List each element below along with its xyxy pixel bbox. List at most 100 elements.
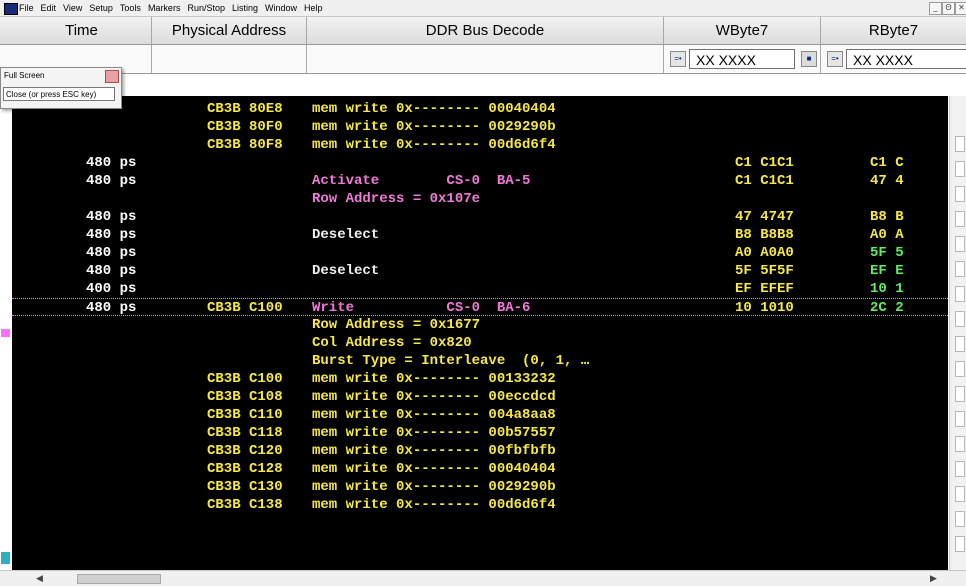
side-panel-box[interactable] <box>955 311 965 327</box>
menu-listing[interactable]: Listing <box>232 3 258 13</box>
close-window-icon[interactable]: ✕ <box>955 2 966 15</box>
column-header-row: Time Physical Address DDR Bus Decode WBy… <box>0 17 966 45</box>
menu-tools[interactable]: Tools <box>120 3 141 13</box>
rbyte-value-field[interactable]: XX XXXX <box>846 49 966 69</box>
address-filter-cell <box>152 45 307 73</box>
decode-cell: mem write 0x-------- 00133232 <box>312 371 556 387</box>
listing-row[interactable]: 480 ps 47 4747 B8 B <box>12 208 948 226</box>
horizontal-scrollbar[interactable]: ◀ ▶ <box>0 570 966 586</box>
listing-row[interactable]: 480 ps A0 A0A0 5F 5 <box>12 244 948 262</box>
side-panel-box[interactable] <box>955 436 965 452</box>
column-header-physical-address[interactable]: Physical Address <box>152 17 307 44</box>
side-panel-box[interactable] <box>955 536 965 552</box>
column-header-time[interactable]: Time <box>12 17 152 44</box>
column-header-rbyte7[interactable]: RByte7 <box>821 17 966 44</box>
side-panel-box[interactable] <box>955 386 965 402</box>
listing-row[interactable]: 480 ps C1 C1C1 C1 C <box>12 154 948 172</box>
wbyte-dropdown-icon[interactable]: ■ <box>801 51 817 67</box>
side-panel-box[interactable] <box>955 461 965 477</box>
restore-icon[interactable]: Θ <box>942 2 955 15</box>
time-cell: 480 ps <box>86 263 137 279</box>
wbyte-value-field[interactable]: XX XXXX <box>689 49 795 69</box>
popup-close-icon[interactable] <box>105 70 119 83</box>
address-cell: CB3B C130 <box>207 479 283 495</box>
side-panel-box[interactable] <box>955 186 965 202</box>
listing-row[interactable]: CB3B C118 mem write 0x-------- 00b57557 <box>12 424 948 442</box>
listing-row[interactable]: CB3B 80F8 mem write 0x-------- 00d6d6f4 <box>12 136 948 154</box>
menu-markers[interactable]: Markers <box>148 3 181 13</box>
side-panel-box[interactable] <box>955 136 965 152</box>
side-panel-box[interactable] <box>955 211 965 227</box>
time-cell: 480 ps <box>86 155 137 171</box>
listing-row[interactable]: 480 ps Deselect 5F 5F5F EF E <box>12 262 948 280</box>
column-header-ddr-bus-decode[interactable]: DDR Bus Decode <box>307 17 664 44</box>
listing-row[interactable]: CB3B 80F0 mem write 0x-------- 0029290b <box>12 118 948 136</box>
decode-cell: mem write 0x-------- 00040404 <box>312 101 556 117</box>
selected-listing-row[interactable]: 480 ps CB3B C100 Write CS-0 BA-6 10 1010 2C … <box>12 298 948 316</box>
listing-row[interactable]: Row Address = 0x1677 <box>12 316 948 334</box>
wbyte-cell: C1 C1C1 <box>735 173 794 189</box>
menu-file[interactable]: File <box>19 3 34 13</box>
rbyte-cell: 10 1 <box>870 281 904 297</box>
menu-run-stop[interactable]: Run/Stop <box>187 3 225 13</box>
listing-row[interactable]: 480 ps Deselect B8 B8B8 A0 A <box>12 226 948 244</box>
menu-view[interactable]: View <box>63 3 82 13</box>
listing-row[interactable]: CB3B 80E8 mem write 0x-------- 00040404 <box>12 100 948 118</box>
wbyte-cell: 10 1010 <box>735 300 794 316</box>
decode-cell: mem write 0x-------- 00040404 <box>312 461 556 477</box>
listing-row[interactable]: CB3B C108 mem write 0x-------- 00eccdcd <box>12 388 948 406</box>
listing-row[interactable]: 480 ps Activate CS-0 BA-5 C1 C1C1 47 4 <box>12 172 948 190</box>
side-panel-box[interactable] <box>955 486 965 502</box>
listing-row[interactable]: CB3B C100 mem write 0x-------- 00133232 <box>12 370 948 388</box>
rbyte-filter-cell: =• XX XXXX <box>821 45 966 73</box>
address-cell: CB3B C128 <box>207 461 283 477</box>
side-panel-box[interactable] <box>955 336 965 352</box>
listing-row[interactable]: 400 ps EF EFEF 10 1 <box>12 280 948 298</box>
rbyte-cell: 47 4 <box>870 173 904 189</box>
trigger-indicator-icon[interactable] <box>1 552 10 564</box>
scroll-thumb[interactable] <box>77 574 161 584</box>
scroll-left-icon[interactable]: ◀ <box>36 571 43 586</box>
rbyte-cell: 2C 2 <box>870 300 904 316</box>
menu-edit[interactable]: Edit <box>41 3 57 13</box>
listing-row[interactable]: CB3B C130 mem write 0x-------- 0029290b <box>12 478 948 496</box>
menu-setup[interactable]: Setup <box>89 3 113 13</box>
app-icon[interactable] <box>4 3 18 15</box>
listing-row[interactable]: Burst Type = Interleave (0, 1, … <box>12 352 948 370</box>
side-panel-box[interactable] <box>955 411 965 427</box>
listing-row[interactable]: CB3B C138 mem write 0x-------- 00d6d6f4 <box>12 496 948 514</box>
vertical-scrollbar[interactable] <box>949 96 966 570</box>
listing-row[interactable]: CB3B C120 mem write 0x-------- 00fbfbfb <box>12 442 948 460</box>
side-panel-box[interactable] <box>955 236 965 252</box>
menu-window[interactable]: Window <box>265 3 297 13</box>
popup-title: Full Screen <box>4 71 45 80</box>
side-panel-box[interactable] <box>955 511 965 527</box>
close-full-screen-button[interactable]: Close (or press ESC key) <box>3 87 115 101</box>
decode-cell: mem write 0x-------- 004a8aa8 <box>312 407 556 423</box>
decode-cell: Row Address = 0x1677 <box>312 317 481 333</box>
rbyte-format-icon[interactable]: =• <box>827 51 843 67</box>
side-panel-box[interactable] <box>955 361 965 377</box>
wbyte-format-icon[interactable]: =• <box>670 51 686 67</box>
minimize-icon[interactable]: _ <box>929 2 942 15</box>
listing-data-area: CB3B 80E8 mem write 0x-------- 00040404 CB… <box>12 96 948 570</box>
address-cell: CB3B 80E8 <box>207 101 283 117</box>
decode-cell: mem write 0x-------- 00d6d6f4 <box>312 497 556 513</box>
decode-cell: Col Address = 0x820 <box>312 335 472 351</box>
marker-indicator-icon[interactable] <box>1 329 10 337</box>
time-cell: 400 ps <box>86 281 137 297</box>
column-header-wbyte7[interactable]: WByte7 <box>664 17 821 44</box>
scroll-right-icon[interactable]: ▶ <box>930 571 937 586</box>
listing-row[interactable]: CB3B C128 mem write 0x-------- 00040404 <box>12 460 948 478</box>
rbyte-cell: A0 A <box>870 227 904 243</box>
listing-row[interactable]: CB3B C110 mem write 0x-------- 004a8aa8 <box>12 406 948 424</box>
listing-row[interactable]: Row Address = 0x107e <box>12 190 948 208</box>
time-cell: 480 ps <box>86 209 137 225</box>
side-panel-box[interactable] <box>955 261 965 277</box>
menu-help[interactable]: Help <box>304 3 323 13</box>
side-panel-box[interactable] <box>955 286 965 302</box>
address-cell: CB3B 80F8 <box>207 137 283 153</box>
side-panel-box[interactable] <box>955 161 965 177</box>
decode-cell: mem write 0x-------- 00fbfbfb <box>312 443 556 459</box>
listing-row[interactable]: Col Address = 0x820 <box>12 334 948 352</box>
